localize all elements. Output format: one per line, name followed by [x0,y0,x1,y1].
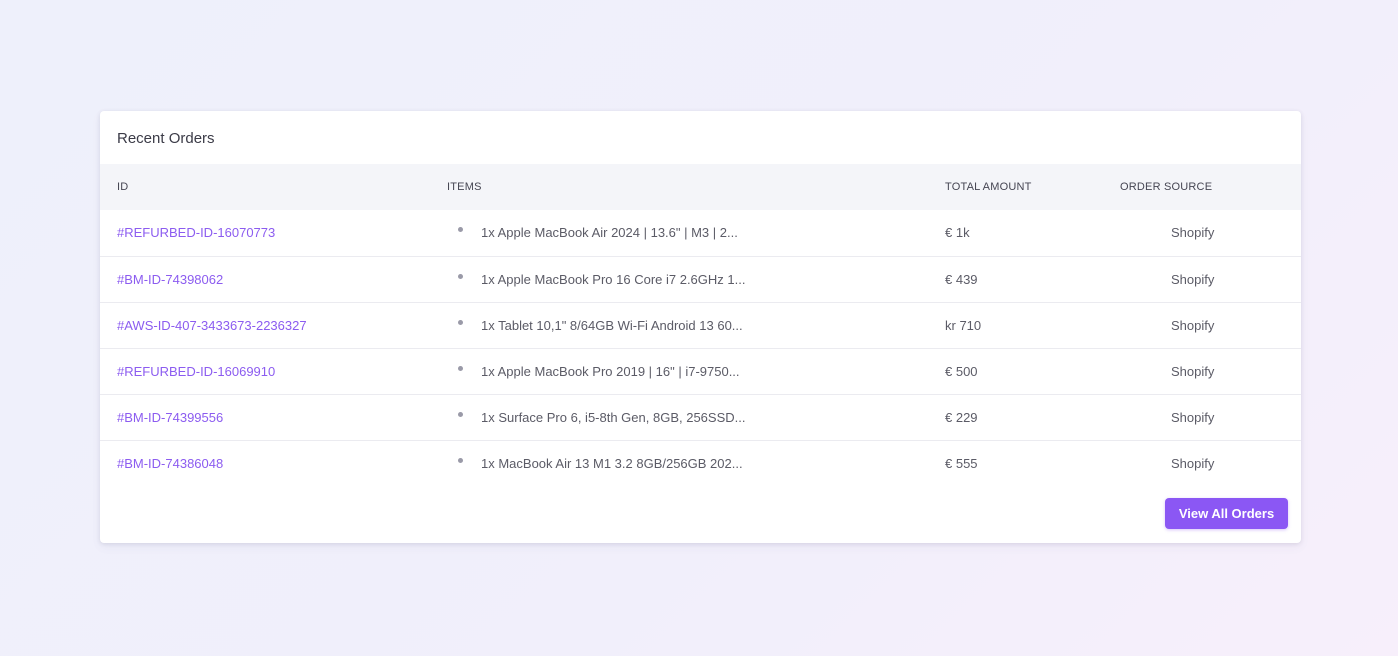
column-header-total-amount: TOTAL AMOUNT [945,181,1032,193]
order-total: kr 710 [945,317,982,333]
order-source: Shopify [1171,409,1215,425]
order-total: € 1k [945,225,970,241]
order-item-label: 1x Surface Pro 6, i5-8th Gen, 8GB, 256SS… [481,409,746,425]
orders-table: ID ITEMS TOTAL AMOUNT ORDER SOURCE #REFU… [100,164,1301,486]
order-item: 1x Tablet 10,1" 8/64GB Wi-Fi Android 13 … [447,318,945,333]
view-all-orders-button[interactable]: View All Orders [1165,498,1288,529]
order-item-label: 1x Apple MacBook Air 2024 | 13.6" | M3 |… [481,225,738,241]
order-id-link[interactable]: #REFURBED-ID-16070773 [117,225,275,240]
table-row: #REFURBED-ID-16069910 1x Apple MacBook P… [100,348,1301,394]
order-item-label: 1x Tablet 10,1" 8/64GB Wi-Fi Android 13 … [481,317,743,333]
table-row: #BM-ID-74386048 1x MacBook Air 13 M1 3.2… [100,440,1301,486]
order-item-label: 1x MacBook Air 13 M1 3.2 8GB/256GB 202..… [481,455,743,471]
table-row: #BM-ID-74398062 1x Apple MacBook Pro 16 … [100,256,1301,302]
order-id-link[interactable]: #BM-ID-74399556 [117,410,223,425]
recent-orders-card: Recent Orders ID ITEMS TOTAL AMOUNT ORDE… [100,111,1301,543]
order-item: 1x Apple MacBook Pro 2019 | 16" | i7-975… [447,364,945,379]
order-total: € 439 [945,271,978,287]
bullet-dot-icon [458,411,463,417]
table-row: #REFURBED-ID-16070773 1x Apple MacBook A… [100,210,1301,256]
bullet-dot-icon [458,227,463,233]
header-row: ID ITEMS TOTAL AMOUNT ORDER SOURCE [100,164,1301,210]
order-item: 1x Apple MacBook Air 2024 | 13.6" | M3 |… [447,225,945,240]
card-title: Recent Orders [117,130,215,147]
order-item-label: 1x Apple MacBook Pro 2019 | 16" | i7-975… [481,363,740,379]
order-total: € 500 [945,363,978,379]
order-id-link[interactable]: #REFURBED-ID-16069910 [117,364,275,379]
column-header-items: ITEMS [447,181,482,193]
table-row: #BM-ID-74399556 1x Surface Pro 6, i5-8th… [100,394,1301,440]
order-item: 1x Surface Pro 6, i5-8th Gen, 8GB, 256SS… [447,410,945,425]
order-id-link[interactable]: #BM-ID-74386048 [117,456,223,471]
order-total: € 555 [945,455,978,471]
bullet-dot-icon [458,273,463,279]
table-row: #AWS-ID-407-3433673-2236327 1x Tablet 10… [100,302,1301,348]
order-id-link[interactable]: #BM-ID-74398062 [117,272,223,287]
order-id-link[interactable]: #AWS-ID-407-3433673-2236327 [117,318,307,333]
bullet-dot-icon [458,365,463,371]
order-source: Shopify [1171,363,1215,379]
order-source: Shopify [1171,455,1215,471]
bullet-dot-icon [458,319,463,325]
bullet-dot-icon [458,457,463,463]
order-item: 1x Apple MacBook Pro 16 Core i7 2.6GHz 1… [447,272,945,287]
column-header-id: ID [117,181,129,193]
order-source: Shopify [1171,271,1215,287]
order-item-label: 1x Apple MacBook Pro 16 Core i7 2.6GHz 1… [481,271,746,287]
column-header-order-source: ORDER SOURCE [1120,181,1213,193]
order-item: 1x MacBook Air 13 M1 3.2 8GB/256GB 202..… [447,456,945,471]
table-body: #REFURBED-ID-16070773 1x Apple MacBook A… [100,210,1301,486]
order-total: € 229 [945,409,978,425]
order-source: Shopify [1171,225,1215,241]
table-header: ID ITEMS TOTAL AMOUNT ORDER SOURCE [100,164,1301,210]
order-source: Shopify [1171,317,1215,333]
